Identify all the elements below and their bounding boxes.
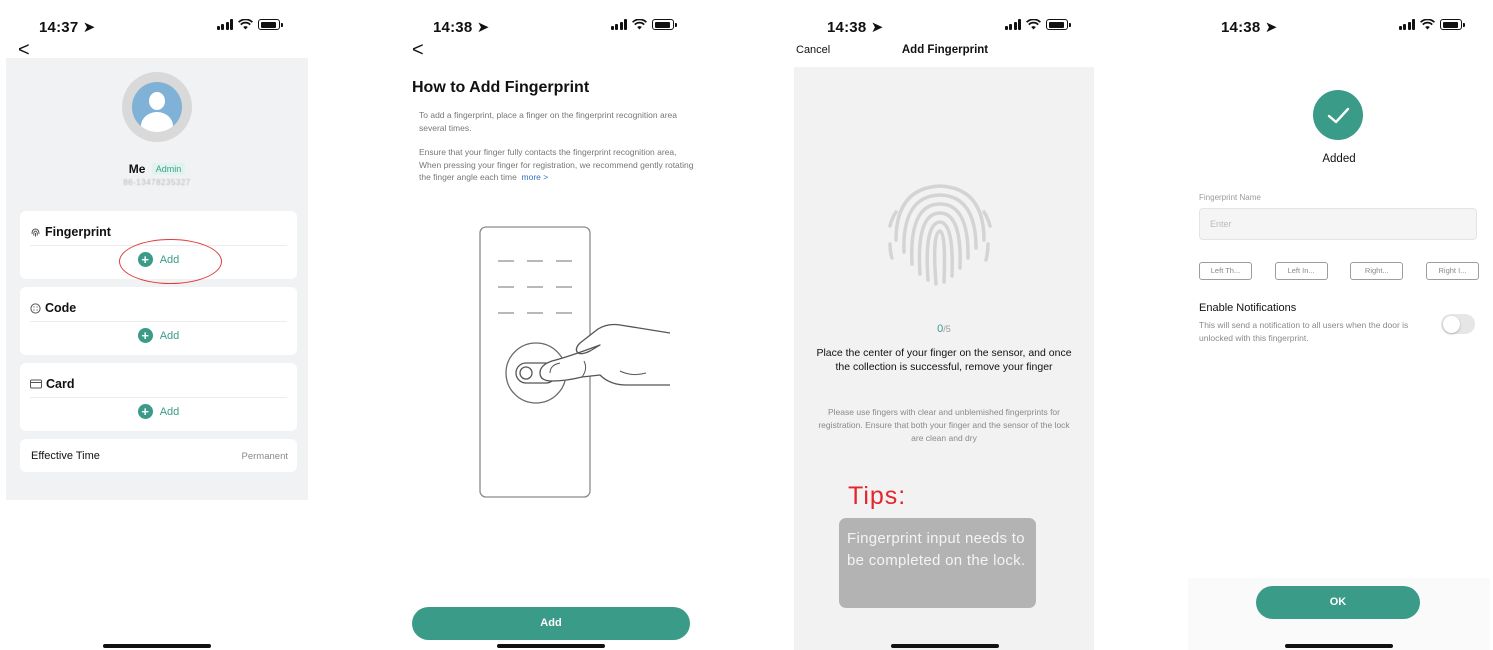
notifications-toggle[interactable] bbox=[1441, 314, 1475, 334]
keypad-icon bbox=[30, 302, 41, 314]
lock-illustration bbox=[479, 226, 670, 498]
status-bar: 14:38 ➤ bbox=[400, 0, 702, 46]
nav-title: Add Fingerprint bbox=[901, 44, 989, 56]
finger-option-left-thumb[interactable]: Left Th... bbox=[1199, 262, 1252, 280]
fingerprint-name-input[interactable] bbox=[1199, 208, 1477, 240]
effective-time-label: Effective Time bbox=[31, 450, 100, 462]
user-name-row: Me Admin bbox=[6, 162, 308, 176]
section-title-code: Code bbox=[45, 301, 77, 315]
notifications-title: Enable Notifications bbox=[1199, 302, 1297, 314]
battery-icon bbox=[1046, 19, 1071, 30]
progress-total: /5 bbox=[943, 324, 951, 334]
progress-counter: 0/5 bbox=[794, 323, 1094, 335]
section-title-card: Card bbox=[46, 377, 75, 391]
wifi-icon bbox=[1026, 19, 1041, 30]
status-bar: 14:37 ➤ bbox=[6, 0, 308, 46]
add-button[interactable]: Add bbox=[412, 607, 690, 640]
checkmark-icon bbox=[1327, 107, 1350, 124]
instruction-paragraph-1: To add a fingerprint, place a finger on … bbox=[419, 110, 677, 133]
add-label: Add bbox=[159, 405, 180, 418]
notifications-description: This will send a notification to all use… bbox=[1199, 320, 1409, 343]
signal-icon bbox=[1004, 19, 1021, 30]
effective-time-row[interactable]: Effective Time Permanent bbox=[20, 439, 297, 472]
signal-icon bbox=[610, 19, 627, 30]
home-indicator bbox=[103, 644, 211, 648]
location-arrow-icon: ➤ bbox=[82, 19, 96, 36]
instruction-text: Place the center of your finger on the s… bbox=[816, 347, 1072, 373]
status-time: 14:37 bbox=[39, 19, 79, 36]
status-bar: 14:38 ➤ bbox=[1188, 0, 1490, 46]
signal-icon bbox=[216, 19, 233, 30]
status-time: 14:38 bbox=[433, 19, 473, 36]
battery-icon bbox=[1440, 19, 1465, 30]
location-arrow-icon: ➤ bbox=[476, 19, 490, 36]
ok-button[interactable]: OK bbox=[1256, 586, 1420, 619]
back-button[interactable]: < bbox=[18, 40, 30, 60]
user-detail-screen: 14:37 ➤ < Me Admin 86-13478235327 Finger… bbox=[6, 0, 308, 650]
add-code-button[interactable]: + Add bbox=[20, 328, 297, 343]
fingerprint-icon bbox=[888, 184, 992, 286]
annotation-ellipse bbox=[119, 239, 222, 284]
finger-option-right-index[interactable]: Right I... bbox=[1425, 262, 1479, 280]
fingerprint-name-label: Fingerprint Name bbox=[1199, 193, 1261, 202]
page-title: How to Add Fingerprint bbox=[412, 79, 590, 96]
wifi-icon bbox=[1420, 19, 1435, 30]
add-card-button[interactable]: + Add bbox=[20, 404, 297, 419]
section-title-fingerprint: Fingerprint bbox=[45, 225, 111, 239]
home-indicator bbox=[891, 644, 999, 648]
navigation-bar: Cancel Add Fingerprint bbox=[794, 42, 1096, 62]
fingerprint-card: Fingerprint + Add bbox=[20, 211, 297, 284]
back-button[interactable]: < bbox=[412, 40, 424, 60]
signal-icon bbox=[1398, 19, 1415, 30]
more-link[interactable]: more > bbox=[522, 172, 549, 182]
tips-box: Fingerprint input needs to be completed … bbox=[839, 518, 1036, 608]
wifi-icon bbox=[632, 19, 647, 30]
home-indicator bbox=[1285, 644, 1393, 648]
add-label: Add bbox=[159, 329, 180, 342]
status-time: 14:38 bbox=[1221, 19, 1261, 36]
home-indicator bbox=[497, 644, 605, 648]
location-arrow-icon: ➤ bbox=[870, 19, 884, 36]
card-icon bbox=[30, 379, 42, 389]
note-text: Please use fingers with clear and unblem… bbox=[818, 407, 1070, 443]
finger-option-right[interactable]: Right... bbox=[1350, 262, 1404, 280]
success-text: Added bbox=[1322, 153, 1356, 165]
avatar bbox=[122, 72, 192, 142]
status-time: 14:38 bbox=[827, 19, 867, 36]
fingerprint-added-screen: 14:38 ➤ Added Fingerprint Name Left Th..… bbox=[1188, 0, 1490, 650]
battery-icon bbox=[258, 19, 283, 30]
how-to-add-screen: 14:38 ➤ < How to Add Fingerprint To add … bbox=[400, 0, 702, 650]
tips-label: Tips: bbox=[848, 482, 907, 510]
role-badge: Admin bbox=[151, 163, 186, 175]
finger-selector: Left Th... Left In... Right... Right I..… bbox=[1199, 262, 1479, 280]
add-fingerprint-screen: 14:38 ➤ Cancel Add Fingerprint 0/5 Place… bbox=[794, 0, 1096, 650]
card-card: Card + Add bbox=[20, 363, 297, 431]
success-badge bbox=[1313, 90, 1363, 140]
user-name: Me bbox=[128, 162, 146, 176]
location-arrow-icon: ➤ bbox=[1264, 19, 1278, 36]
plus-icon: + bbox=[137, 404, 153, 419]
wifi-icon bbox=[238, 19, 253, 30]
status-bar: 14:38 ➤ bbox=[794, 0, 1096, 46]
instruction-paragraph-2: Ensure that your finger fully contacts t… bbox=[419, 147, 694, 182]
effective-time-value: Permanent bbox=[241, 451, 288, 462]
finger-option-left-index[interactable]: Left In... bbox=[1274, 262, 1328, 280]
fingerprint-icon bbox=[31, 227, 40, 236]
battery-icon bbox=[652, 19, 677, 30]
plus-icon: + bbox=[137, 328, 153, 343]
code-card: Code + Add bbox=[20, 287, 297, 355]
user-phone: 86-13478235327 bbox=[123, 178, 191, 187]
toggle-knob bbox=[1442, 315, 1460, 333]
